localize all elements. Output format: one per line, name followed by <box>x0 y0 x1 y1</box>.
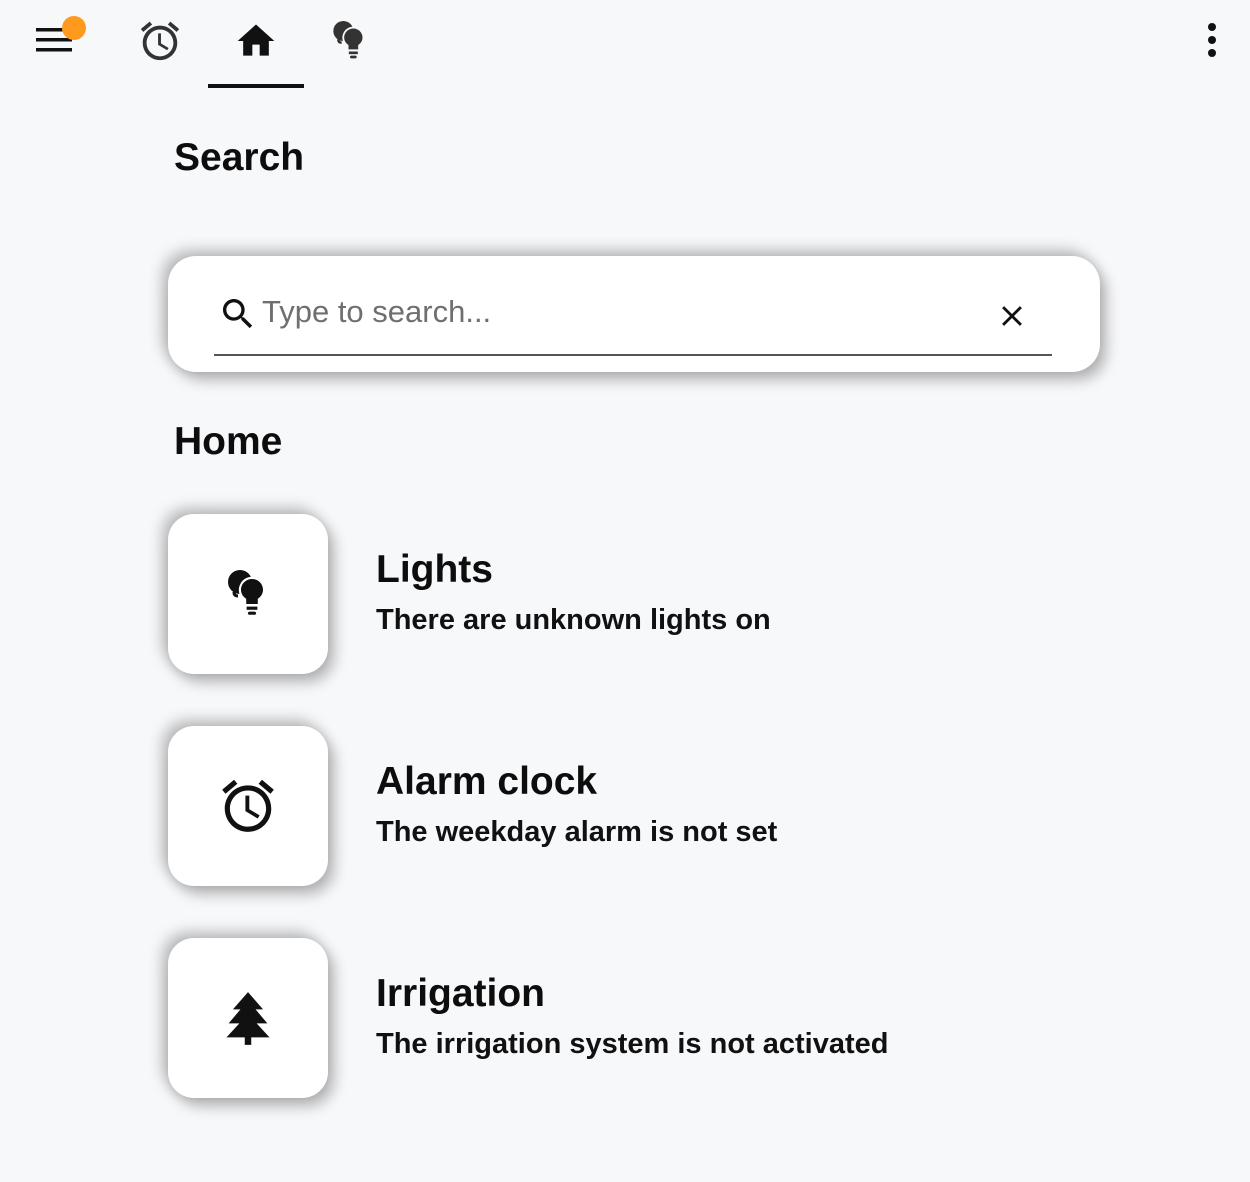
home-section-title: Home <box>174 420 283 463</box>
pine-tree-icon <box>226 992 270 1045</box>
tab-alarm-clock[interactable] <box>112 0 208 90</box>
active-tab-indicator <box>208 84 304 88</box>
search-card <box>168 256 1100 372</box>
notification-badge <box>62 16 86 40</box>
item-subtitle: The weekday alarm is not set <box>376 816 778 848</box>
tab-home[interactable] <box>208 0 304 90</box>
item-icon-tile <box>168 514 328 674</box>
item-icon-tile <box>168 726 328 886</box>
search-input[interactable] <box>262 290 962 334</box>
home-item-irrigation[interactable]: Irrigation The irrigation system is not … <box>168 938 1068 1098</box>
item-title: Lights <box>376 548 493 591</box>
item-icon-tile <box>168 938 328 1098</box>
item-title: Alarm clock <box>376 760 598 803</box>
lightbulb-group-icon <box>228 570 266 615</box>
lightbulb-group-icon <box>333 21 365 59</box>
home-item-alarm-clock[interactable]: Alarm clock The weekday alarm is not set <box>168 726 1068 886</box>
close-icon <box>1002 306 1022 326</box>
overflow-menu-button[interactable] <box>1192 18 1232 62</box>
item-title: Irrigation <box>376 972 546 1015</box>
search-icon <box>218 294 258 334</box>
item-subtitle: There are unknown lights on <box>376 604 771 636</box>
home-item-lights[interactable]: Lights There are unknown lights on <box>168 514 1068 674</box>
clear-search-button[interactable] <box>992 296 1032 336</box>
search-section-title: Search <box>174 136 305 179</box>
home-icon <box>237 24 275 56</box>
tab-lights[interactable] <box>302 0 398 90</box>
more-vertical-icon <box>1208 23 1216 57</box>
search-field <box>214 284 1052 356</box>
item-subtitle: The irrigation system is not activated <box>376 1028 889 1060</box>
top-app-bar <box>0 0 1250 90</box>
alarm-clock-icon <box>222 779 274 832</box>
alarm-clock-icon <box>140 21 180 61</box>
